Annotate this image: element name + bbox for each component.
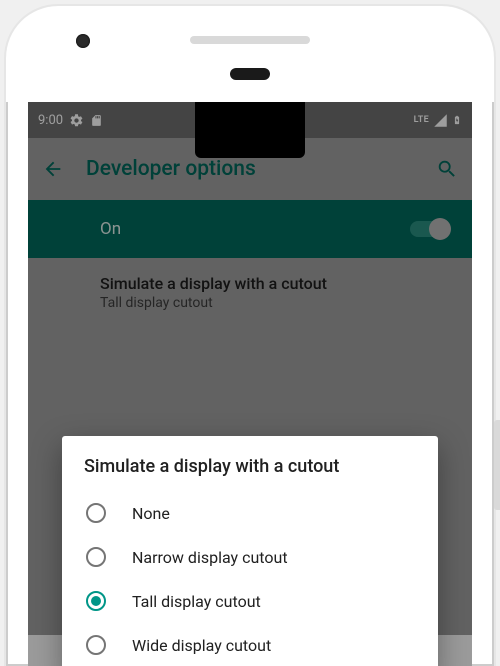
earpiece-speaker <box>190 36 310 44</box>
cutout-dialog: Simulate a display with a cutout None Nar… <box>62 436 438 666</box>
device-screen: 9:00 LTE D <box>28 102 472 666</box>
front-camera <box>76 34 90 48</box>
radio-icon[interactable] <box>86 547 106 567</box>
phone-bezel-top <box>6 6 494 102</box>
dialog-title: Simulate a display with a cutout <box>84 456 416 477</box>
sensor-pill <box>230 68 270 80</box>
dialog-option-label: None <box>132 504 170 523</box>
dialog-option[interactable]: None <box>84 491 416 535</box>
radio-icon[interactable] <box>86 591 106 611</box>
radio-icon[interactable] <box>86 635 106 655</box>
radio-icon[interactable] <box>86 503 106 523</box>
phone-side-button <box>494 420 500 510</box>
dialog-option[interactable]: Tall display cutout <box>84 579 416 623</box>
dialog-option-label: Narrow display cutout <box>132 548 288 567</box>
dialog-option[interactable]: Narrow display cutout <box>84 535 416 579</box>
dialog-options: None Narrow display cutout Tall display cu… <box>84 491 416 666</box>
phone-frame: 9:00 LTE D <box>6 6 494 666</box>
display-cutout-notch <box>195 102 305 158</box>
dialog-option-label: Tall display cutout <box>132 592 261 611</box>
dialog-option[interactable]: Wide display cutout <box>84 623 416 666</box>
dialog-option-label: Wide display cutout <box>132 636 271 655</box>
